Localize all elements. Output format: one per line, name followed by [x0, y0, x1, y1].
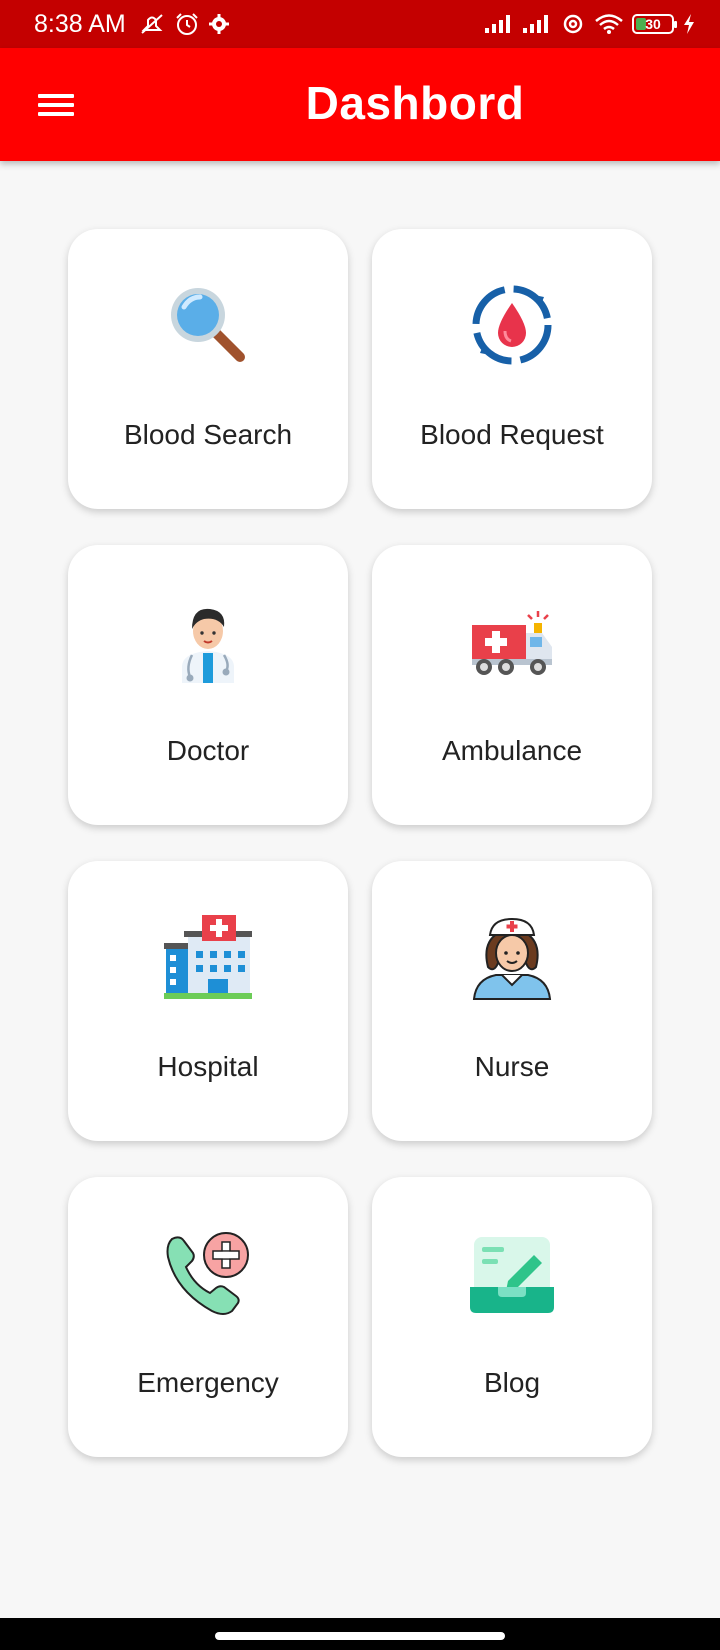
app-bar: Dashbord: [0, 48, 720, 161]
doctor-card[interactable]: Doctor: [68, 545, 348, 825]
blog-card[interactable]: Blog: [372, 1177, 652, 1457]
status-time: 8:38 AM: [34, 9, 126, 38]
home-indicator[interactable]: [215, 1632, 505, 1640]
doctor-icon: [164, 597, 252, 685]
nurse-card[interactable]: Nurse: [372, 861, 652, 1141]
status-bar: 8:38 AM 30: [0, 0, 720, 48]
blood-drop-cycle-icon: [468, 281, 556, 369]
emergency-phone-icon: [164, 1229, 252, 1317]
card-label: Nurse: [474, 1051, 550, 1082]
card-label: Blood Search: [123, 419, 293, 450]
hospital-card[interactable]: Hospital: [68, 861, 348, 1141]
card-label: Hospital: [157, 1051, 259, 1082]
card-label: Doctor: [166, 735, 250, 766]
page-title: Dashbord: [305, 77, 525, 129]
card-label: Ambulance: [441, 735, 583, 766]
dashboard-grid: Blood Search Blood Request Doctor Ambula…: [68, 229, 652, 1457]
blog-icon: [468, 1229, 556, 1317]
card-label: Emergency: [137, 1367, 279, 1398]
card-label: Blog: [483, 1367, 541, 1398]
hotspot-icon: [560, 13, 586, 35]
emergency-card[interactable]: Emergency: [68, 1177, 348, 1457]
mute-icon: [138, 12, 166, 36]
nurse-icon: [468, 913, 556, 1001]
alarm-icon: [174, 12, 200, 36]
card-label: Blood Request: [420, 419, 604, 450]
signal-icon: [484, 14, 514, 34]
blood-request-card[interactable]: Blood Request: [372, 229, 652, 509]
blood-search-card[interactable]: Blood Search: [68, 229, 348, 509]
navigation-bar: [0, 1618, 720, 1650]
battery-icon: 30: [632, 14, 677, 34]
magnifier-icon: [164, 281, 252, 369]
ambulance-icon: [468, 597, 556, 685]
hospital-icon: [164, 913, 252, 1001]
settings-icon: [208, 13, 230, 35]
wifi-icon: [594, 13, 624, 35]
ambulance-card[interactable]: Ambulance: [372, 545, 652, 825]
charging-icon: [682, 13, 696, 35]
battery-level: 30: [645, 16, 661, 32]
signal-icon: [522, 14, 552, 34]
